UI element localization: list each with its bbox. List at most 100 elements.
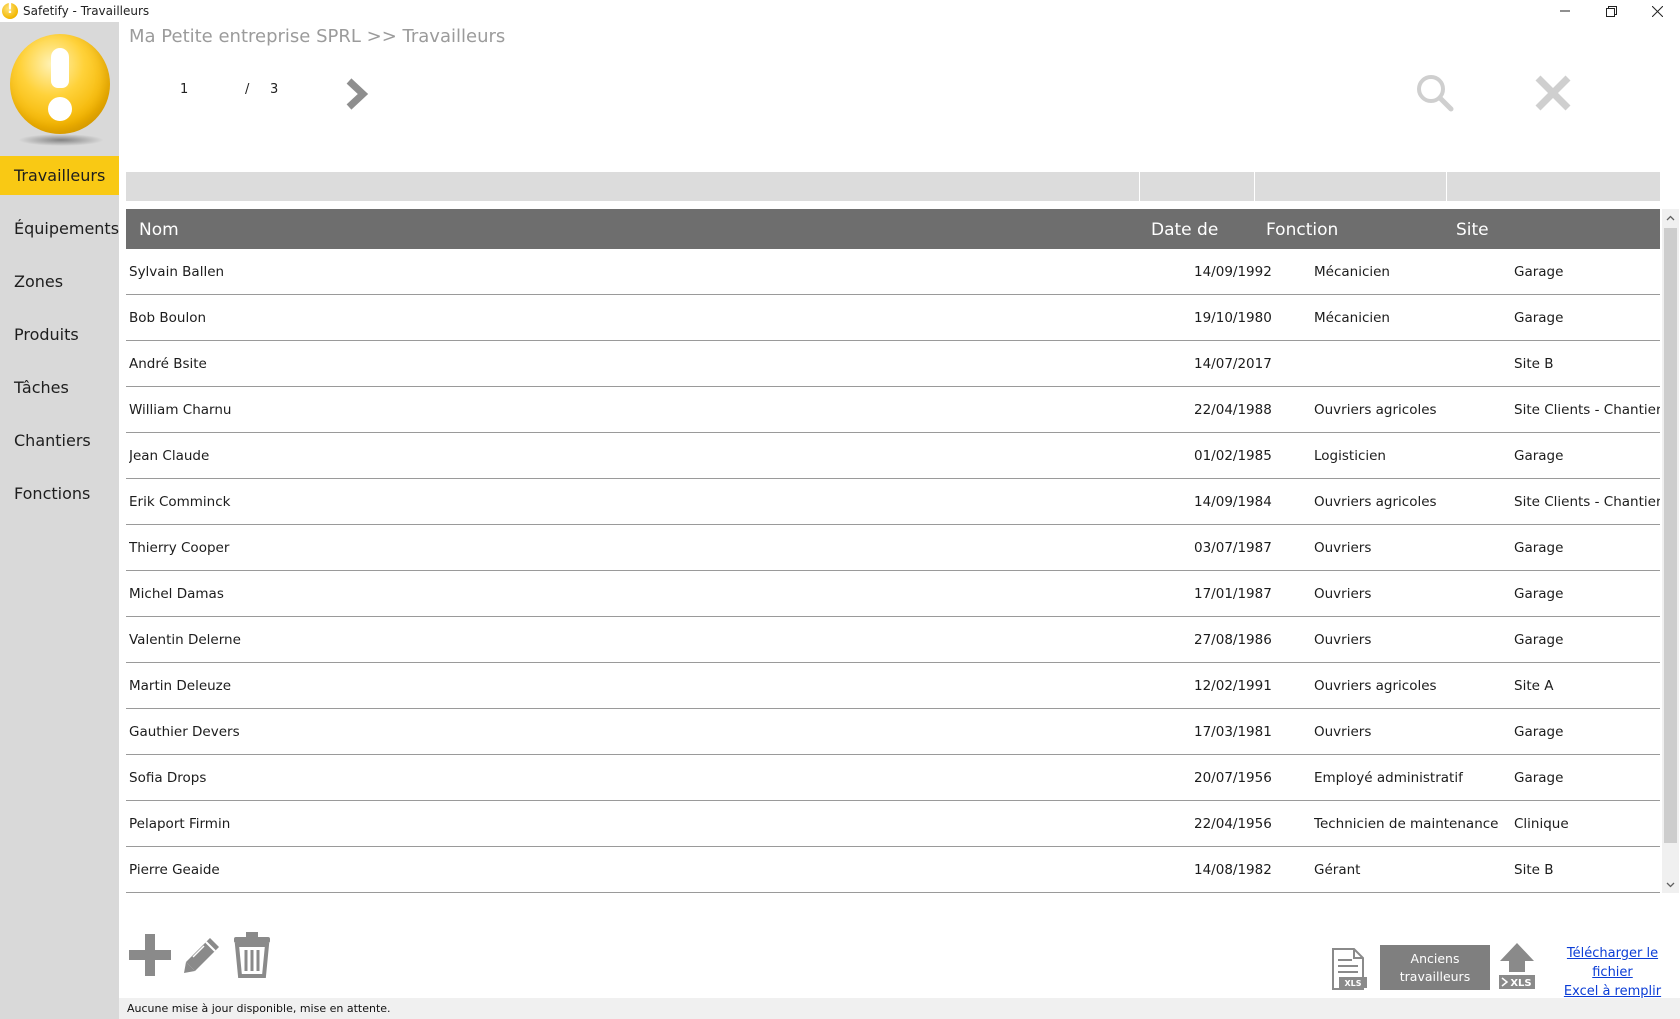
plus-icon — [129, 934, 171, 976]
add-button[interactable] — [127, 932, 173, 978]
cell-date: 22/04/1988 — [1194, 402, 1272, 418]
cell-site: Garage — [1514, 770, 1564, 786]
window-close-button[interactable] — [1634, 0, 1680, 22]
table-row[interactable]: Bob Boulon 19/10/1980 Mécanicien Garage — [126, 295, 1660, 341]
close-icon — [1535, 75, 1571, 111]
table-row[interactable]: Valentin Delerne 27/08/1986 Ouvriers Garage — [126, 617, 1660, 663]
column-header-fonction[interactable]: Fonction — [1266, 209, 1338, 249]
table-row[interactable]: Pelaport Firmin 22/04/1956 Technicien de m… — [126, 801, 1660, 847]
xls-upload-icon: XLS — [1499, 943, 1535, 989]
filter-site-input[interactable] — [1447, 172, 1590, 201]
cell-fonction: Gérant — [1314, 862, 1361, 878]
table-row[interactable]: Sylvain Ballen 14/09/1992 Mécanicien Garage — [126, 249, 1660, 295]
cell-site: Site Clients - Chantier — [1514, 494, 1660, 510]
sidebar-item-zones[interactable]: Zones — [0, 262, 119, 301]
filter-nom[interactable] — [126, 172, 1140, 201]
table-row[interactable]: Gauthier Devers 17/03/1981 Ouvriers Garage — [126, 709, 1660, 755]
table-row[interactable]: André Bsite 14/07/2017 Site B — [126, 341, 1660, 387]
vertical-scrollbar[interactable] — [1662, 209, 1679, 893]
cell-fonction: Technicien de maintenance — [1314, 816, 1499, 832]
edit-button[interactable] — [182, 935, 222, 975]
minimize-icon — [1560, 10, 1570, 12]
cell-fonction: Employé administratif — [1314, 770, 1463, 786]
close-button[interactable] — [1533, 73, 1573, 113]
table-row[interactable]: Sofia Drops 20/07/1956 Employé administrat… — [126, 755, 1660, 801]
filter-date[interactable] — [1140, 172, 1255, 201]
next-page-button[interactable] — [343, 77, 371, 111]
table-row[interactable]: Jean Claude 01/02/1985 Logisticien Garage — [126, 433, 1660, 479]
cell-site: Garage — [1514, 448, 1564, 464]
cell-fonction: Ouvriers agricoles — [1314, 494, 1437, 510]
trash-icon — [234, 932, 270, 978]
status-bar: Aucune mise à jour disponible, mise en a… — [119, 998, 1680, 1019]
cell-date: 01/02/1985 — [1194, 448, 1272, 464]
minimize-button[interactable] — [1542, 0, 1588, 22]
cell-nom: Jean Claude — [129, 448, 210, 464]
sidebar-item-travailleurs[interactable]: Travailleurs — [0, 156, 119, 195]
sidebar-item-fonctions[interactable]: Fonctions — [0, 474, 119, 513]
table-row[interactable]: Erik Comminck 14/09/1984 Ouvriers agricole… — [126, 479, 1660, 525]
cell-fonction: Ouvriers agricoles — [1314, 402, 1437, 418]
table-row[interactable]: Thierry Cooper 03/07/1987 Ouvriers Garage — [126, 525, 1660, 571]
window-title: Safetify - Travailleurs — [23, 4, 150, 18]
cell-nom: Pierre Geaide — [129, 862, 220, 878]
column-header-date[interactable]: Date de — [1151, 209, 1218, 249]
page-current[interactable]: 1 — [180, 82, 200, 97]
sidebar-item-taches[interactable]: Tâches — [0, 368, 119, 407]
cell-nom: Pelaport Firmin — [129, 816, 231, 832]
filter-fonction-input[interactable] — [1255, 172, 1446, 201]
window-close-icon — [1651, 5, 1663, 17]
scroll-up-button[interactable] — [1662, 209, 1679, 226]
search-button[interactable] — [1415, 73, 1455, 113]
download-template-link[interactable]: Télécharger le fichier Excel à remplir — [1545, 944, 1680, 1001]
former-workers-button[interactable]: Anciens travailleurs — [1380, 945, 1490, 990]
cell-date: 12/02/1991 — [1194, 678, 1272, 694]
xls-document-icon: XLS — [1332, 948, 1367, 990]
cell-site: Clinique — [1514, 816, 1569, 832]
cell-site: Site A — [1514, 678, 1554, 694]
scroll-thumb[interactable] — [1664, 228, 1677, 843]
filter-fonction[interactable] — [1255, 172, 1447, 201]
table-header: Nom Date de Fonction Site — [126, 209, 1660, 249]
cell-fonction: Ouvriers — [1314, 540, 1372, 556]
filter-site[interactable] — [1447, 172, 1590, 201]
app-icon — [2, 2, 18, 19]
filter-nom-input[interactable] — [126, 172, 1139, 201]
workers-table: Nom Date de Fonction Site Sylvain Ballen… — [126, 209, 1660, 893]
column-header-nom[interactable]: Nom — [139, 209, 179, 249]
scroll-down-button[interactable] — [1662, 876, 1679, 893]
cell-fonction: Mécanicien — [1314, 264, 1390, 280]
cell-fonction: Ouvriers agricoles — [1314, 678, 1437, 694]
former-workers-label-line1: Anciens — [1410, 950, 1460, 966]
upload-xls-button[interactable]: XLS — [1496, 942, 1538, 990]
export-xls-button[interactable]: XLS — [1330, 948, 1368, 990]
column-header-site[interactable]: Site — [1456, 209, 1489, 249]
cell-nom: Martin Deleuze — [129, 678, 232, 694]
table-row[interactable]: William Charnu 22/04/1988 Ouvriers agricol… — [126, 387, 1660, 433]
title-bar: Safetify - Travailleurs — [0, 0, 1680, 22]
cell-date: 14/08/1982 — [1194, 862, 1272, 878]
table-row[interactable]: Pierre Geaide 14/08/1982 Gérant Site B — [126, 847, 1660, 893]
delete-button[interactable] — [231, 930, 273, 978]
sidebar-item-chantiers[interactable]: Chantiers — [0, 421, 119, 460]
download-template-link-line1[interactable]: Télécharger le fichier — [1545, 944, 1680, 982]
restore-button[interactable] — [1588, 0, 1634, 22]
upload-xls-label: XLS — [1510, 978, 1531, 989]
cell-site: Site B — [1514, 862, 1554, 878]
table-row[interactable]: Martin Deleuze 12/02/1991 Ouvriers agricol… — [126, 663, 1660, 709]
cell-fonction: Mécanicien — [1314, 310, 1390, 326]
search-icon — [1417, 75, 1454, 112]
cell-date: 17/03/1981 — [1194, 724, 1272, 740]
sidebar-item-produits[interactable]: Produits — [0, 315, 119, 354]
cell-date: 20/07/1956 — [1194, 770, 1272, 786]
sidebar-item-equipements[interactable]: Équipements — [0, 209, 119, 248]
chevron-down-icon — [1666, 882, 1675, 887]
filter-date-input[interactable] — [1140, 172, 1254, 201]
page-total: 3 — [270, 82, 279, 97]
status-message: Aucune mise à jour disponible, mise en a… — [127, 1002, 391, 1015]
logo-warning-icon — [8, 34, 112, 146]
table-row[interactable]: Michel Damas 17/01/1987 Ouvriers Garage — [126, 571, 1660, 617]
app-window: Safetify - Travailleurs Travailleurs Équ… — [0, 0, 1680, 1019]
cell-nom: Michel Damas — [129, 586, 224, 602]
cell-nom: Sylvain Ballen — [129, 264, 225, 280]
